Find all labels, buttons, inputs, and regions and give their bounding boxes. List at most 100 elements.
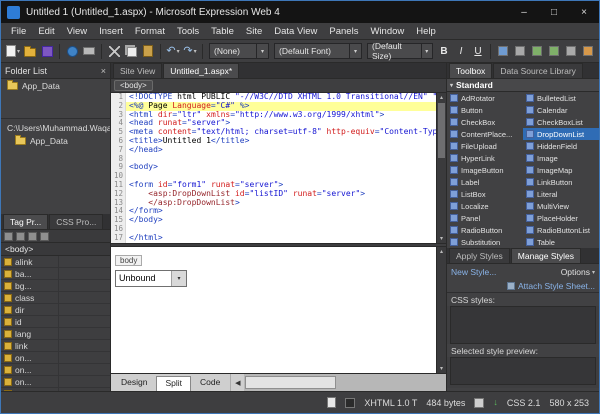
quick-tag-chip[interactable]: <body> — [114, 80, 153, 91]
menu-item[interactable]: Data View — [268, 26, 323, 37]
close-icon[interactable]: × — [101, 66, 106, 76]
toolbox-item[interactable]: FileUpload — [447, 140, 523, 152]
styles-tab[interactable]: Manage Styles — [511, 248, 581, 263]
horizontal-scrollbar[interactable] — [244, 374, 446, 391]
toolbox-item[interactable]: Localize — [447, 200, 523, 212]
menu-item[interactable]: Tools — [171, 26, 205, 37]
style-dropdown[interactable]: (None)▾ — [209, 43, 269, 59]
menu-item[interactable]: Format — [129, 26, 171, 37]
toolbox-item[interactable]: BulletedList — [523, 92, 599, 104]
scroll-left-icon[interactable]: ◀ — [230, 374, 244, 391]
attach-stylesheet-link[interactable]: Attach Style Sheet... — [518, 281, 595, 291]
styles-tab[interactable]: Apply Styles — [449, 248, 510, 263]
menu-item[interactable]: File — [5, 26, 32, 37]
toolbox-item[interactable]: MultiView — [523, 200, 599, 212]
property-row[interactable]: link — [1, 340, 110, 352]
code-line[interactable]: 5 <meta content="text/html; charset=utf-… — [111, 128, 446, 137]
document-tab[interactable]: Site View — [113, 63, 162, 78]
property-value[interactable] — [59, 352, 110, 363]
toolbox-section-header[interactable]: ▾ Standard — [447, 79, 599, 92]
borders-button[interactable] — [563, 42, 579, 60]
property-value[interactable] — [59, 316, 110, 327]
toolbox-item[interactable]: Table — [523, 236, 599, 248]
property-row[interactable]: dir — [1, 304, 110, 316]
preview-button[interactable] — [64, 42, 80, 60]
dropdownlist-control[interactable]: Unbound ▾ — [115, 270, 187, 287]
document-tab[interactable]: Untitled_1.aspx* — [163, 63, 239, 78]
toolbox-item[interactable]: HiddenField — [523, 140, 599, 152]
code-text[interactable]: <body> — [126, 163, 446, 172]
toolbox-tab[interactable]: Toolbox — [449, 63, 492, 78]
code-text[interactable]: <meta content="text/html; charset=utf-8"… — [126, 128, 446, 137]
menu-item[interactable]: Help — [410, 26, 442, 37]
code-text[interactable]: <form id="form1" runat="server"> — [126, 181, 446, 190]
cut-button[interactable] — [106, 42, 122, 60]
scroll-down-icon[interactable]: ▾ — [437, 364, 446, 373]
code-lines[interactable]: 1 <!DOCTYPE html PUBLIC "-//W3C//DTD XHT… — [111, 93, 446, 243]
toolbox-item[interactable]: Panel — [447, 212, 523, 224]
toolbox-item[interactable]: Calendar — [523, 104, 599, 116]
code-text[interactable]: <!DOCTYPE html PUBLIC "-//W3C//DTD XHTML… — [126, 93, 446, 102]
redo-button[interactable]: ↷▾ — [182, 42, 198, 60]
site-root-item[interactable]: C:\Users\Muhammad.Waqas\Do... — [1, 121, 110, 134]
view-tab[interactable]: Split — [156, 376, 191, 391]
code-text[interactable] — [126, 172, 446, 181]
code-line[interactable]: 9 <body> — [111, 163, 446, 172]
code-line[interactable]: 10 — [111, 172, 446, 181]
code-text[interactable]: </form> — [126, 207, 446, 216]
menu-item[interactable]: Window — [364, 26, 410, 37]
menu-item[interactable]: Insert — [93, 26, 129, 37]
copy-button[interactable] — [123, 42, 139, 60]
code-line[interactable]: 16 — [111, 225, 446, 234]
property-row[interactable]: ba... — [1, 268, 110, 280]
toolbox-item[interactable]: ImageMap — [523, 164, 599, 176]
scroll-up-icon[interactable]: ▴ — [437, 93, 446, 102]
set-properties-icon[interactable] — [28, 232, 37, 241]
folder-item[interactable]: App_Data — [1, 134, 110, 147]
design-view[interactable]: body Unbound ▾ ▴ ▾ — [111, 247, 446, 373]
toolbox-item[interactable]: Button — [447, 104, 523, 116]
code-line[interactable]: 13 </asp:DropDownList> — [111, 199, 446, 208]
tag-properties-tab[interactable]: CSS Pro... — [49, 214, 103, 229]
property-value[interactable] — [59, 328, 110, 339]
highlight-button[interactable] — [580, 42, 596, 60]
italic-button[interactable]: I — [453, 42, 469, 60]
property-row[interactable]: on... — [1, 364, 110, 376]
options-button[interactable]: Options ▾ — [561, 267, 595, 277]
folder-item[interactable]: App_Data — [1, 79, 110, 92]
code-line[interactable]: 2 <%@ Page Language="C#" %> — [111, 102, 446, 111]
property-row[interactable]: lang — [1, 328, 110, 340]
property-row[interactable]: alink — [1, 256, 110, 268]
view-tab[interactable]: Code — [192, 376, 228, 391]
toolbox-item[interactable]: HyperLink — [447, 152, 523, 164]
toolbox-item[interactable]: PlaceHolder — [523, 212, 599, 224]
size-dropdown[interactable]: (Default Size)▾ — [367, 43, 433, 59]
new-page-button[interactable]: ▾ — [5, 42, 21, 60]
code-line[interactable]: 11 <form id="form1" runat="server"> — [111, 181, 446, 190]
property-row[interactable]: on... — [1, 376, 110, 388]
tag-properties-tab[interactable]: Tag Pr... — [3, 214, 48, 229]
code-line[interactable]: 12 <asp:DropDownList id="listID" runat="… — [111, 190, 446, 199]
toolbox-item[interactable]: RadioButton — [447, 224, 523, 236]
bullets-button[interactable] — [495, 42, 511, 60]
code-line[interactable]: 14 </form> — [111, 207, 446, 216]
css-styles-list[interactable] — [450, 306, 596, 344]
toolbox-item[interactable]: CheckBox — [447, 116, 523, 128]
code-text[interactable]: </html> — [126, 234, 446, 243]
toolbox-item[interactable]: LinkButton — [523, 176, 599, 188]
toolbox-item[interactable]: CheckBoxList — [523, 116, 599, 128]
toolbox-item[interactable]: Literal — [523, 188, 599, 200]
toolbox-item[interactable]: RadioButtonList — [523, 224, 599, 236]
menu-item[interactable]: Edit — [32, 26, 60, 37]
toolbox-item[interactable]: Substitution — [447, 236, 523, 248]
property-value[interactable] — [59, 340, 110, 351]
code-text[interactable]: <head runat="server"> — [126, 119, 446, 128]
save-button[interactable] — [39, 42, 55, 60]
code-line[interactable]: 7 </head> — [111, 146, 446, 155]
code-text[interactable]: <asp:DropDownList id="listID" runat="ser… — [126, 190, 446, 199]
style-application-icon[interactable] — [474, 398, 484, 408]
alphabetical-icon[interactable] — [16, 232, 25, 241]
toolbox-item[interactable]: ListBox — [447, 188, 523, 200]
open-button[interactable] — [22, 42, 38, 60]
menu-item[interactable]: Panels — [323, 26, 364, 37]
